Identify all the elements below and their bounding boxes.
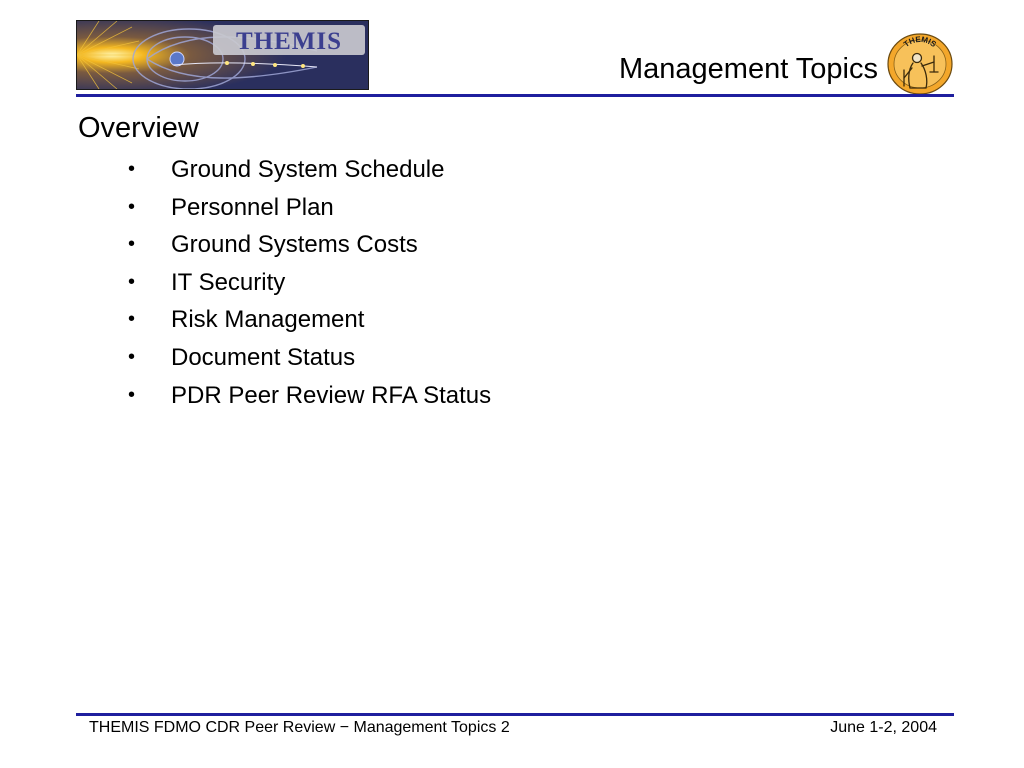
footer-presentation-label: THEMIS FDMO CDR Peer Review − Management… [89, 719, 510, 736]
bullet-icon: • [128, 233, 136, 256]
bullet-icon: • [128, 158, 136, 180]
bullet-icon: • [128, 345, 136, 368]
themis-mission-patch-icon: THEMIS [886, 32, 954, 96]
bullet-icon: • [128, 195, 136, 218]
logo-wordmark: THEMIS [236, 28, 342, 55]
themis-banner-logo: THEMIS [76, 20, 369, 90]
footer-date: June 1-2, 2004 [830, 719, 937, 736]
section-heading-overview: Overview [78, 112, 199, 144]
bullet-icon: • [128, 270, 136, 293]
topic-label: PDR Peer Review RFA Status [171, 381, 492, 409]
bullet-icon: • [128, 383, 136, 406]
topic-label: IT Security [171, 268, 286, 296]
bullet-icon: • [128, 308, 136, 331]
topic-label: Ground Systems Costs [171, 231, 418, 259]
topic-label: Ground System Schedule [171, 156, 445, 183]
topic-label: Document Status [171, 343, 356, 371]
header-divider [76, 94, 954, 97]
footer-divider [76, 713, 954, 716]
slide-title: Management Topics [618, 53, 878, 85]
topic-label: Risk Management [171, 306, 365, 334]
topic-label: Personnel Plan [171, 193, 334, 221]
